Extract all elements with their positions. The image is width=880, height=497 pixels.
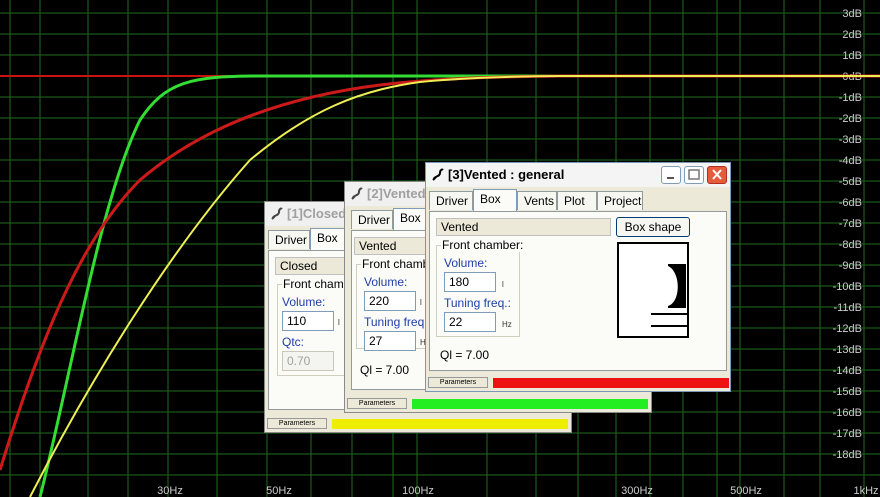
db-tick-label: -14dB bbox=[833, 365, 862, 377]
db-tick-label: -2dB bbox=[839, 113, 862, 125]
qtc-input[interactable]: 0.70 bbox=[282, 351, 334, 371]
speaker-app-icon bbox=[271, 207, 283, 220]
db-tick-label: -9dB bbox=[839, 260, 862, 272]
minimize-button[interactable] bbox=[661, 166, 681, 184]
tab-vents[interactable]: Vents bbox=[517, 191, 557, 210]
db-tick-label: -8dB bbox=[839, 239, 862, 251]
frequency-tick-label: 300Hz bbox=[621, 485, 653, 497]
db-tick-label: 2dB bbox=[842, 29, 862, 41]
volume-label: Volume: bbox=[282, 295, 326, 309]
db-tick-label: 3dB bbox=[842, 8, 862, 20]
volume-unit: l bbox=[338, 318, 340, 327]
tab-driver[interactable]: Driver bbox=[351, 210, 393, 229]
parameters-button[interactable]: Parameters bbox=[347, 398, 407, 409]
db-tick-label: -6dB bbox=[839, 197, 862, 209]
volume-unit: l bbox=[502, 280, 504, 289]
volume-input[interactable]: 220 bbox=[364, 291, 416, 311]
db-tick-label: -12dB bbox=[833, 323, 862, 335]
window-title: [1]Closed bbox=[287, 206, 347, 221]
maximize-button[interactable] bbox=[684, 166, 704, 184]
front-chamber-group: Front chamber: Volume: 180 l Tuning freq… bbox=[436, 238, 525, 337]
db-tick-label: -7dB bbox=[839, 218, 862, 230]
frequency-tick-label: 30Hz bbox=[157, 485, 183, 497]
maximize-icon bbox=[688, 169, 700, 180]
speaker-app-icon bbox=[351, 187, 363, 200]
tuning-freq-label: Tuning freq.: bbox=[444, 296, 511, 310]
tuning-freq-input[interactable]: 27 bbox=[364, 331, 416, 351]
tuning-freq-unit: Hz bbox=[502, 320, 512, 329]
vented-box-window-3[interactable]: [3]Vented : general Driver Box Vents Plo… bbox=[425, 162, 731, 392]
parameters-button[interactable]: Parameters bbox=[267, 418, 327, 429]
tab-driver[interactable]: Driver bbox=[429, 191, 473, 210]
frequency-tick-label: 50Hz bbox=[266, 485, 292, 497]
db-tick-label: -17dB bbox=[833, 428, 862, 440]
tab-driver[interactable]: Driver bbox=[268, 230, 310, 249]
parameters-color-bar bbox=[412, 399, 648, 409]
speaker-app-icon bbox=[432, 168, 444, 181]
db-tick-label: -4dB bbox=[839, 155, 862, 167]
tab-box[interactable]: Box bbox=[310, 228, 346, 250]
frequency-tick-label: 500Hz bbox=[730, 485, 762, 497]
box-type-select[interactable]: Vented bbox=[436, 218, 611, 236]
close-button[interactable] bbox=[707, 166, 727, 184]
frequency-tick-label: 100Hz bbox=[402, 485, 434, 497]
ql-value: Ql = 7.00 bbox=[360, 363, 410, 377]
status-bar: Parameters bbox=[346, 397, 650, 411]
volume-input[interactable]: 180 bbox=[444, 272, 496, 292]
tab-plot[interactable]: Plot bbox=[557, 191, 597, 210]
db-tick-label: -18dB bbox=[833, 449, 862, 461]
window-title: [3]Vented : general bbox=[448, 167, 565, 182]
db-tick-label: -16dB bbox=[833, 407, 862, 419]
box-tab-panel: Vented Box shape Front chamber: Volume: … bbox=[429, 211, 727, 371]
parameters-color-bar bbox=[493, 378, 729, 388]
db-tick-label: -3dB bbox=[839, 134, 862, 146]
volume-label: Volume: bbox=[444, 256, 488, 270]
volume-label: Volume: bbox=[364, 275, 408, 289]
db-tick-label: -10dB bbox=[833, 281, 862, 293]
window-title: [2]Vented bbox=[367, 186, 426, 201]
db-tick-label: -5dB bbox=[839, 176, 862, 188]
tab-project[interactable]: Project bbox=[597, 191, 643, 210]
frequency-tick-label: 1kHz bbox=[853, 485, 878, 497]
volume-input[interactable]: 110 bbox=[282, 311, 334, 331]
db-tick-label: 1dB bbox=[842, 50, 862, 62]
minimize-icon bbox=[667, 177, 674, 179]
box-shape-button[interactable]: Box shape bbox=[616, 217, 690, 237]
close-icon bbox=[712, 169, 722, 180]
parameters-color-bar bbox=[332, 419, 568, 429]
parameters-button[interactable]: Parameters bbox=[428, 377, 488, 388]
tuning-freq-label: Tuning freq.: bbox=[364, 315, 431, 329]
db-tick-label: -15dB bbox=[833, 386, 862, 398]
tab-box[interactable]: Box bbox=[393, 208, 429, 230]
tuning-freq-input[interactable]: 22 bbox=[444, 312, 496, 332]
frequency-axis-labels: 30Hz 50Hz 100Hz 300Hz 500Hz 1kHz bbox=[157, 485, 878, 497]
ql-value: Ql = 7.00 bbox=[440, 348, 490, 362]
status-bar: Parameters bbox=[266, 417, 570, 431]
tab-box[interactable]: Box bbox=[473, 189, 517, 211]
vented3-window-titlebar[interactable]: [3]Vented : general bbox=[426, 163, 730, 187]
volume-unit: l bbox=[420, 298, 422, 307]
status-bar: Parameters bbox=[427, 376, 729, 390]
db-tick-label: -11dB bbox=[833, 302, 862, 314]
front-chamber-group: Front chamber: Volume: 220 l Tuning freq… bbox=[356, 257, 445, 351]
front-chamber-label: Front chamber: bbox=[441, 238, 525, 252]
db-tick-label: -1dB bbox=[839, 92, 862, 104]
box-shape-preview bbox=[617, 242, 689, 338]
qtc-label: Qtc: bbox=[282, 335, 305, 349]
db-tick-label: -13dB bbox=[833, 344, 862, 356]
